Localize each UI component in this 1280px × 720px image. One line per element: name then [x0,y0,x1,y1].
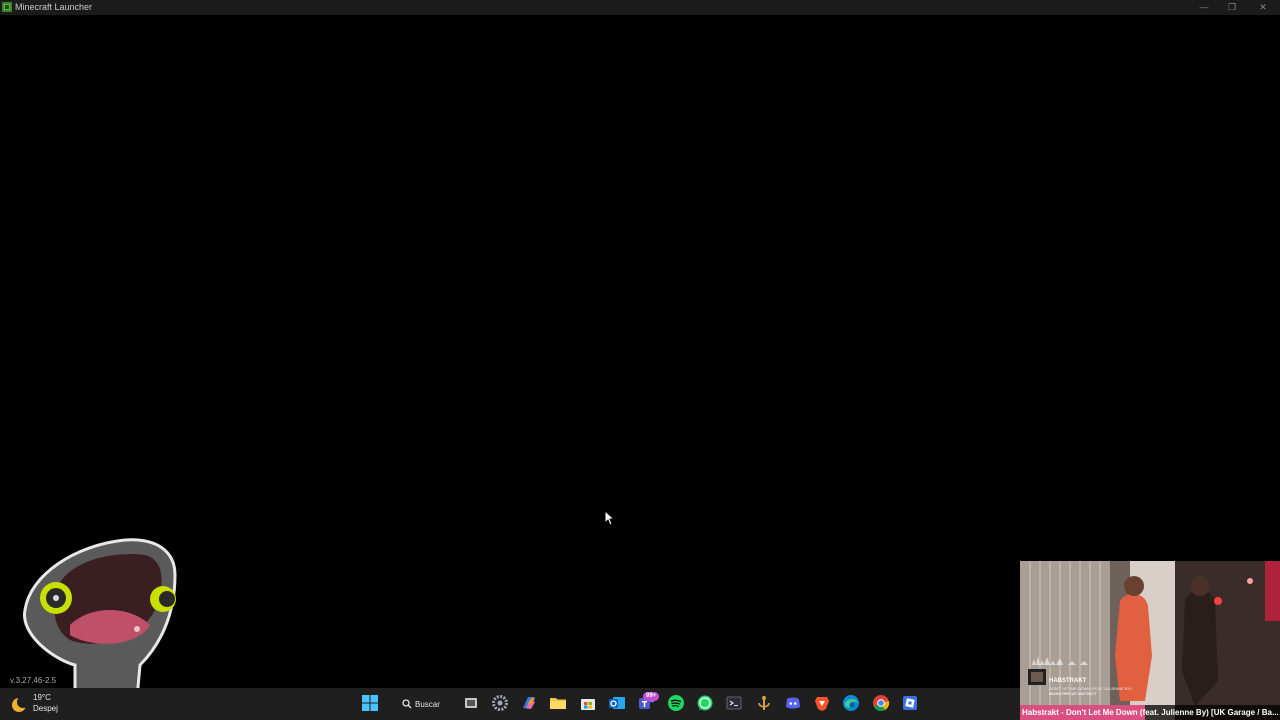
video-overlay-label: MONSTERCAT INSTINCT [1049,691,1097,696]
file-explorer-icon[interactable] [549,694,567,712]
window-titlebar: Minecraft Launcher — ❐ ✕ [0,0,1280,15]
restore-button[interactable]: ❐ [1217,0,1247,15]
window-title: Minecraft Launcher [15,2,93,12]
minimize-button[interactable]: — [1189,0,1219,15]
close-button[interactable]: ✕ [1248,0,1278,15]
task-view-icon[interactable] [462,694,480,712]
roblox-studio-icon[interactable] [901,694,919,712]
spotify-icon[interactable] [667,694,685,712]
weather-temperature: 19°C [33,693,51,702]
edge-icon[interactable] [842,694,860,712]
discord-icon[interactable] [784,694,802,712]
taskbar-search[interactable]: Buscar [398,694,444,714]
copilot-icon[interactable] [520,694,538,712]
search-label: Buscar [415,700,440,709]
outlook-icon[interactable] [608,694,626,712]
video-frame-image [1020,561,1280,720]
settings-icon[interactable] [491,694,509,712]
start-icon[interactable] [361,694,379,712]
mouse-cursor-icon [604,510,616,526]
game-launcher-icon[interactable] [755,694,773,712]
chrome-icon[interactable] [872,694,890,712]
search-icon [402,699,412,709]
video-overlay-artist: HABSTRAKT [1049,678,1087,684]
crescent-moon-icon [12,696,28,712]
brave-icon[interactable] [813,694,831,712]
video-title: Habstrakt - Don't Let Me Down (feat. Jul… [1022,708,1279,717]
weather-condition: Despej [33,704,58,713]
microsoft-store-icon[interactable] [579,694,597,712]
terminal-icon[interactable] [725,694,743,712]
minecraft-icon [2,2,12,12]
whatsapp-icon[interactable] [696,694,714,712]
notification-badge: 99+ [643,692,660,701]
video-title-bar[interactable]: Habstrakt - Don't Let Me Down (feat. Jul… [1020,705,1280,720]
video-overlay[interactable]: HABSTRAKT DON'T LET ME DOWN (FEAT. JULIE… [1020,561,1280,720]
